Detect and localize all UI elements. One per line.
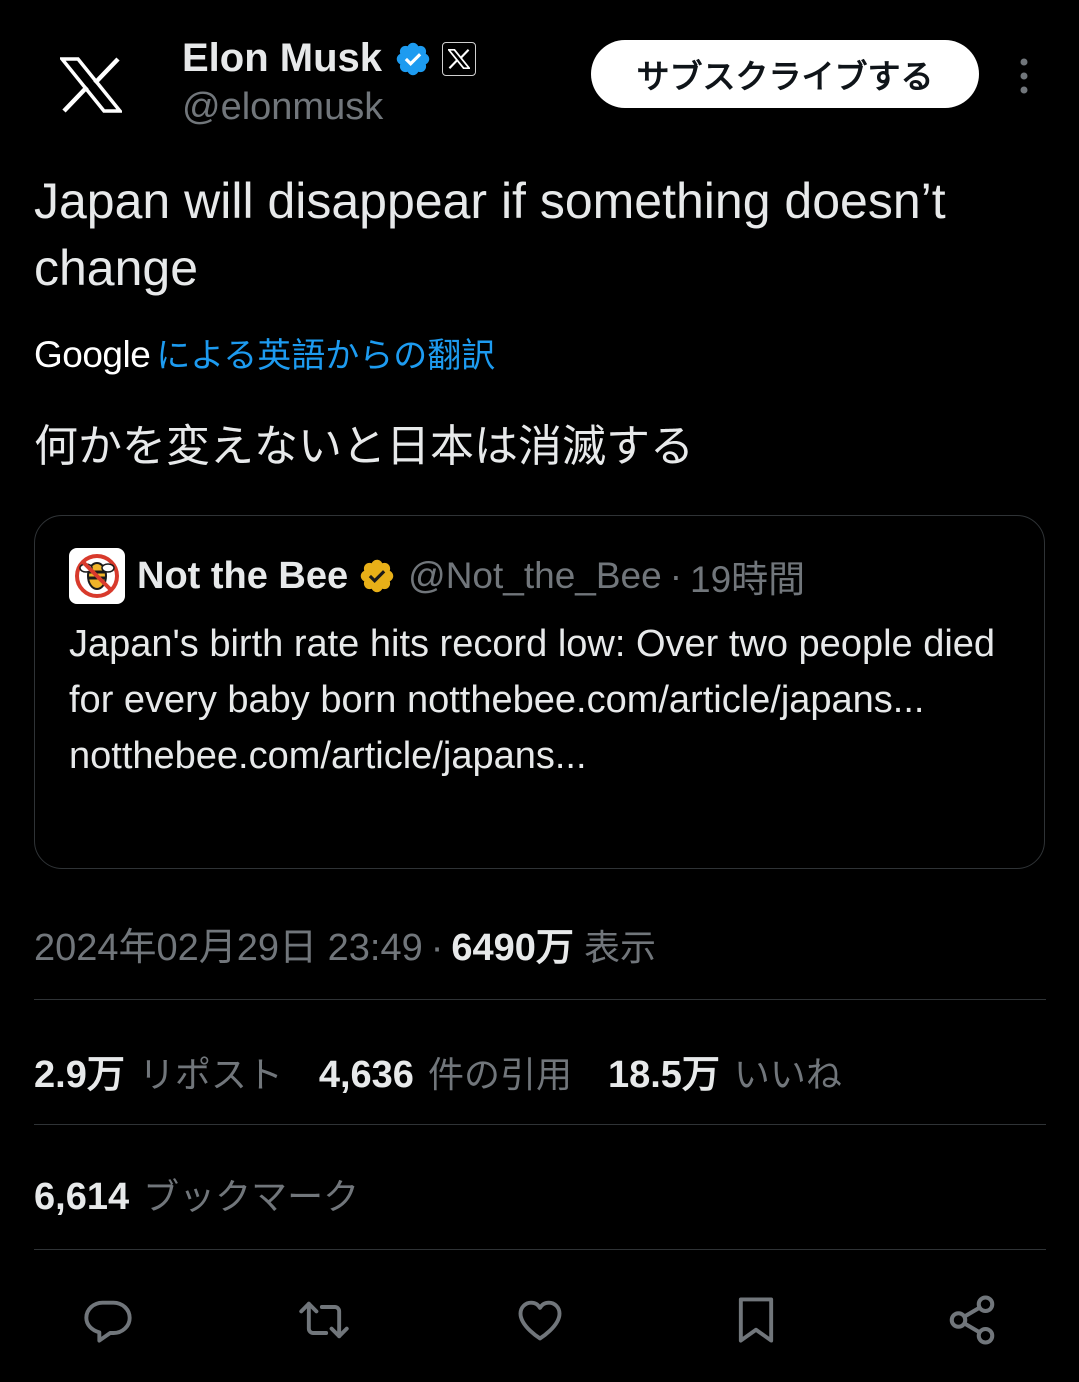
- author-avatar[interactable]: [48, 42, 134, 128]
- quoted-tweet-card[interactable]: Not the Bee @Not_the_Bee · 19時間 Japan's …: [34, 515, 1045, 869]
- author-handle[interactable]: @elonmusk: [182, 86, 383, 129]
- quoted-timestamp[interactable]: 19時間: [690, 549, 805, 603]
- divider: [34, 999, 1046, 1000]
- quoted-tweet-header: Not the Bee @Not_the_Bee · 19時間: [69, 548, 805, 604]
- likes-label: いいね: [733, 1055, 842, 1096]
- bookmarks-stat[interactable]: 6,614 ブックマーク: [34, 1168, 359, 1220]
- quoted-author-avatar[interactable]: [69, 548, 125, 604]
- bookmark-icon: [738, 1297, 774, 1343]
- reposts-label: リポスト: [138, 1055, 283, 1096]
- like-button[interactable]: [510, 1290, 570, 1350]
- tweet-timestamp[interactable]: 2024年02月29日 23:49: [34, 916, 423, 971]
- subscribe-button[interactable]: サブスクライブする: [591, 40, 979, 108]
- quotes-stat[interactable]: 4,636 件の引用: [319, 1046, 572, 1098]
- author-name-row: Elon Musk: [182, 36, 477, 81]
- quotes-label: 件の引用: [427, 1055, 572, 1096]
- tweet-meta: 2024年02月29日 23:49 · 6490万 表示: [34, 916, 656, 971]
- bookmarks-count: 6,614: [34, 1176, 130, 1218]
- translated-text: 何かを変えないと日本は消滅する: [34, 421, 694, 472]
- likes-count: 18.5万: [607, 1054, 720, 1096]
- quoted-separator: ·: [669, 555, 683, 596]
- translation-link[interactable]: による英語からの翻訳: [156, 328, 495, 377]
- tweet-text: Japan will disappear if something doesn’…: [34, 173, 946, 296]
- bookmarks-label: ブックマーク: [143, 1177, 360, 1218]
- like-icon: [518, 1300, 562, 1341]
- views-count: 6490万: [451, 927, 574, 969]
- gold-verified-badge-icon[interactable]: [358, 557, 396, 595]
- x-logo-badge-icon[interactable]: [442, 41, 477, 76]
- likes-stat[interactable]: 18.5万 いいね: [608, 1043, 842, 1098]
- quotes-count: 4,636: [318, 1054, 414, 1096]
- verified-badge-icon[interactable]: [394, 40, 432, 78]
- translation-attribution: Google による英語からの翻訳: [34, 328, 495, 377]
- quoted-author-handle[interactable]: @Not_the_Bee: [408, 555, 662, 597]
- meta-separator: ·: [430, 927, 444, 969]
- quoted-author-name[interactable]: Not the Bee: [137, 555, 348, 598]
- quoted-tweet-text: Japan's birth rate hits record low: Over…: [69, 623, 996, 777]
- share-icon: [949, 1295, 995, 1345]
- divider: [34, 1249, 1046, 1250]
- google-logo-text: Google: [34, 334, 151, 375]
- not-the-bee-logo-icon: [72, 551, 122, 601]
- author-display-name[interactable]: Elon Musk: [182, 36, 382, 81]
- engagement-stats: 2.9万 リポスト 4,636 件の引用 18.5万 いいね: [34, 1043, 878, 1098]
- x-logo-small-icon: [448, 48, 471, 69]
- reply-button[interactable]: [78, 1290, 138, 1350]
- views-label: 表示: [583, 928, 656, 969]
- divider: [34, 1124, 1046, 1125]
- more-vertical-icon[interactable]: [1012, 56, 1036, 96]
- tweet-detail-page: Elon Musk @elonmusk サブスクライブする Japan will…: [0, 0, 1079, 1382]
- bookmark-button[interactable]: [726, 1290, 786, 1350]
- x-logo-icon: [60, 57, 122, 113]
- repost-icon: [299, 1301, 349, 1339]
- reposts-stat[interactable]: 2.9万 リポスト: [34, 1043, 283, 1098]
- repost-button[interactable]: [294, 1290, 354, 1350]
- reposts-count: 2.9万: [34, 1054, 125, 1096]
- reply-icon: [84, 1300, 132, 1343]
- share-button[interactable]: [942, 1290, 1002, 1350]
